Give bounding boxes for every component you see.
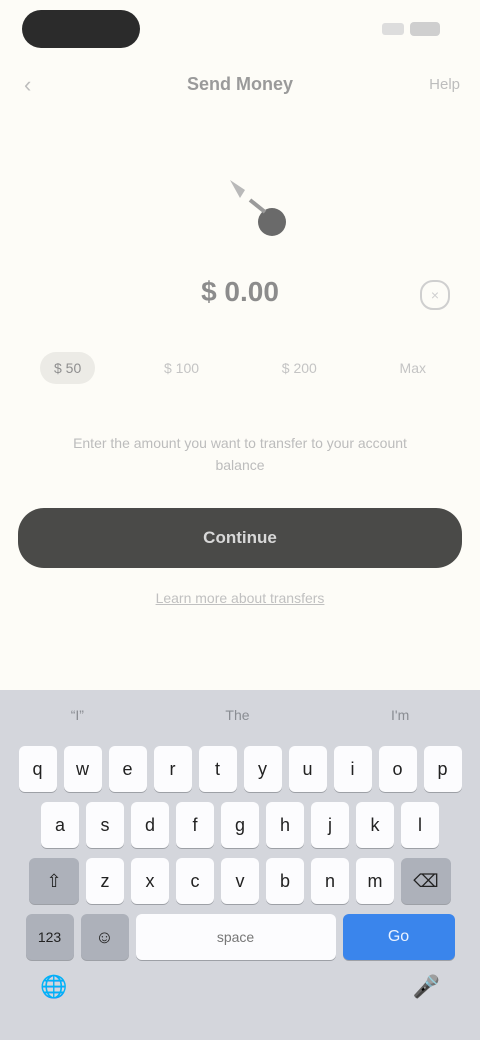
key[interactable]: h bbox=[266, 802, 304, 848]
key[interactable]: e bbox=[108, 746, 147, 792]
continue-button[interactable]: Continue bbox=[18, 508, 462, 568]
amount-input[interactable]: $ 0.00 bbox=[0, 276, 480, 308]
battery-icon bbox=[410, 22, 440, 36]
key[interactable]: w bbox=[63, 746, 102, 792]
page-title: Send Money bbox=[186, 74, 293, 94]
numbers-key[interactable]: 123 bbox=[25, 914, 74, 960]
dynamic-island bbox=[22, 10, 140, 48]
key[interactable]: l bbox=[401, 802, 439, 848]
status-icons bbox=[382, 22, 440, 36]
key[interactable]: i bbox=[333, 746, 372, 792]
help-link[interactable]: Help bbox=[429, 76, 460, 93]
suggestion-item[interactable]: “I” bbox=[71, 707, 84, 723]
key[interactable]: t bbox=[198, 746, 237, 792]
quick-amounts: $ 50 $ 100 $ 200 Max bbox=[40, 352, 440, 384]
key[interactable]: j bbox=[311, 802, 349, 848]
space-key[interactable]: space bbox=[135, 914, 336, 960]
key-row-3: ⇧ z x c v b n m ⌫ bbox=[0, 858, 480, 904]
nav-bar: ‹ Send Money Help bbox=[0, 64, 480, 108]
globe-icon[interactable]: 🌐 bbox=[40, 974, 67, 1000]
suggestion-item[interactable]: The bbox=[225, 707, 249, 723]
key[interactable]: k bbox=[356, 802, 394, 848]
key[interactable]: a bbox=[41, 802, 79, 848]
learn-more-link[interactable]: Learn more about transfers bbox=[0, 590, 480, 606]
key[interactable]: u bbox=[288, 746, 327, 792]
key[interactable]: o bbox=[378, 746, 417, 792]
key[interactable]: x bbox=[131, 858, 169, 904]
emoji-icon[interactable]: ☺ bbox=[80, 914, 129, 960]
key[interactable]: b bbox=[266, 858, 304, 904]
key[interactable]: p bbox=[423, 746, 462, 792]
key[interactable]: m bbox=[356, 858, 394, 904]
chip-amount[interactable]: Max bbox=[386, 352, 440, 384]
delete-icon[interactable]: ⌫ bbox=[401, 858, 451, 904]
go-key[interactable]: Go bbox=[342, 914, 455, 960]
key[interactable]: r bbox=[153, 746, 192, 792]
helper-text: Enter the amount you want to transfer to… bbox=[73, 435, 407, 473]
key[interactable]: g bbox=[221, 802, 259, 848]
chip-amount[interactable]: $ 100 bbox=[150, 352, 213, 384]
microphone-icon[interactable]: 🎤 bbox=[413, 974, 440, 1000]
suggestion-bar: “I” The I'm bbox=[0, 690, 480, 740]
chip-amount[interactable]: $ 50 bbox=[40, 352, 96, 384]
amount-row: $ 0.00 × bbox=[0, 270, 480, 320]
suggestion-item[interactable]: I'm bbox=[391, 707, 409, 723]
chip-amount[interactable]: $ 200 bbox=[268, 352, 331, 384]
keyboard: “I” The I'm q w e r t y u i o p a s d f … bbox=[0, 690, 480, 1040]
key[interactable]: z bbox=[86, 858, 124, 904]
status-bar bbox=[0, 0, 480, 64]
keyboard-bottom-bar: 🌐 🎤 bbox=[0, 962, 480, 1040]
mascot-illustration bbox=[230, 180, 286, 236]
key[interactable]: n bbox=[311, 858, 349, 904]
key[interactable]: c bbox=[176, 858, 214, 904]
signal-icon bbox=[382, 23, 404, 35]
key[interactable]: q bbox=[18, 746, 57, 792]
key[interactable]: y bbox=[243, 746, 282, 792]
key-row-2: a s d f g h j k l bbox=[0, 802, 480, 848]
key[interactable]: s bbox=[86, 802, 124, 848]
shift-icon[interactable]: ⇧ bbox=[29, 858, 79, 904]
key[interactable]: d bbox=[131, 802, 169, 848]
key-row-4: 123 ☺ space Go bbox=[0, 914, 480, 960]
key[interactable]: f bbox=[176, 802, 214, 848]
key-row-1: q w e r t y u i o p bbox=[0, 746, 480, 792]
key[interactable]: v bbox=[221, 858, 259, 904]
clear-icon[interactable]: × bbox=[420, 280, 450, 310]
